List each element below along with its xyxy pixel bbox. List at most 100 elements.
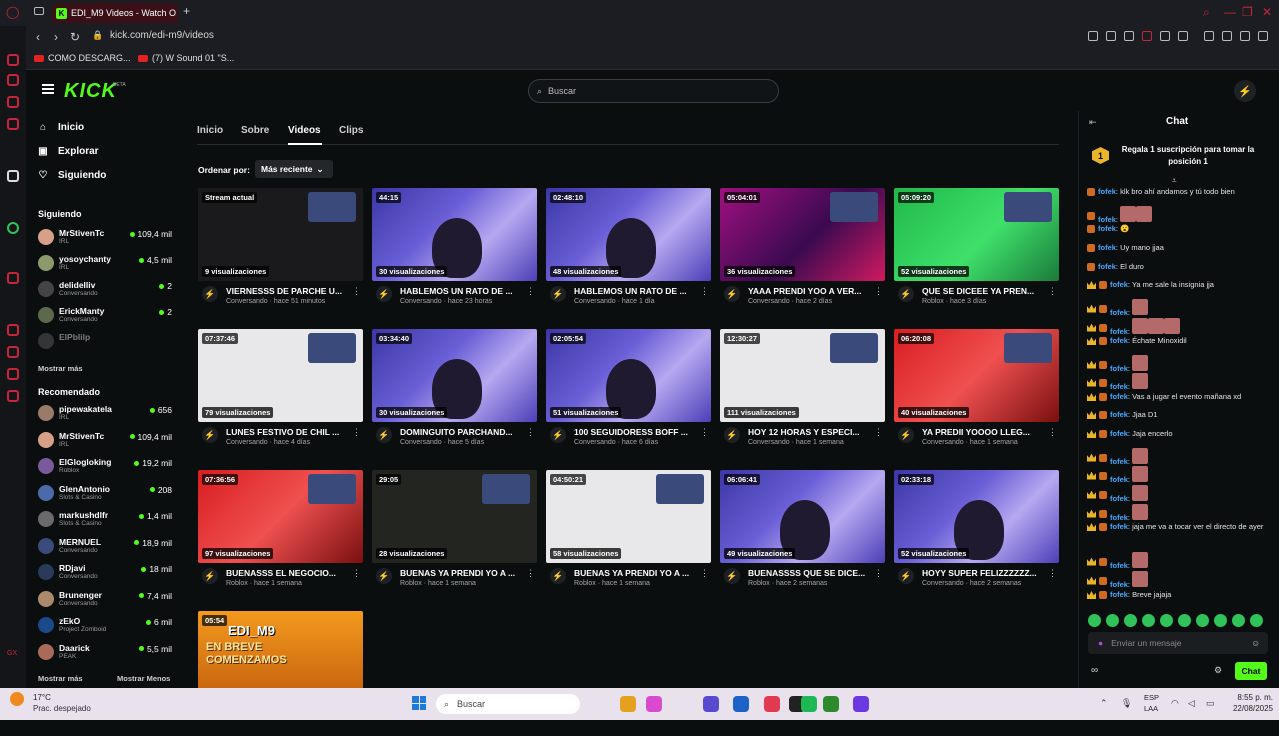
video-thumbnail[interactable]: 03:34:40 30 visualizaciones: [372, 329, 537, 422]
weather-icon[interactable]: [10, 692, 24, 706]
video-title[interactable]: BUENASSSS QUE SE DICE...: [748, 568, 872, 578]
video-card[interactable]: 02:48:10 48 visualizaciones ⚡ HABLEMOS UN R…: [546, 188, 711, 313]
chat-username[interactable]: fofek: [1110, 410, 1128, 419]
maximize-button[interactable]: ❐: [1242, 5, 1253, 19]
shield-icon[interactable]: [1142, 31, 1152, 41]
url-field[interactable]: kick.com/edi-m9/videos: [110, 30, 214, 41]
video-thumbnail[interactable]: 04:50:21 58 visualizaciones: [546, 470, 711, 563]
search-input[interactable]: ⌕ Buscar: [528, 79, 779, 103]
video-thumbnail[interactable]: 02:05:54 51 visualizaciones: [546, 329, 711, 422]
volume-icon[interactable]: ◁: [1188, 698, 1195, 709]
channel-avatar-icon[interactable]: ⚡: [202, 286, 218, 302]
sidebar-channel[interactable]: ErickManty Conversando 2: [38, 305, 172, 327]
clock-date[interactable]: 22/08/2025: [1228, 704, 1273, 713]
channel-avatar-icon[interactable]: ⚡: [898, 286, 914, 302]
menu-icon[interactable]: [1258, 31, 1268, 41]
video-thumbnail[interactable]: 05:04:01 36 visualizaciones: [720, 188, 885, 281]
video-title[interactable]: YAAA PRENDI YOO A VER...: [748, 286, 872, 296]
start-button-icon[interactable]: [412, 696, 426, 710]
video-thumbnail[interactable]: Stream actual 9 visualizaciones: [198, 188, 363, 281]
sidebar-app-icon[interactable]: [7, 118, 19, 130]
recommended-show-less[interactable]: Mostrar Menos: [117, 674, 170, 683]
video-thumbnail[interactable]: 44:15 30 visualizaciones: [372, 188, 537, 281]
video-thumbnail[interactable]: 12:30:27 111 visualizaciones: [720, 329, 885, 422]
video-card[interactable]: Stream actual 9 visualizaciones ⚡ VIERNESSS…: [198, 188, 363, 313]
more-options-icon[interactable]: ⋮: [526, 286, 535, 297]
more-options-icon[interactable]: ⋮: [874, 568, 883, 579]
tab-inicio[interactable]: Inicio: [197, 125, 223, 136]
chat-username[interactable]: fofek: [1110, 475, 1128, 484]
taskbar-app-icon[interactable]: [646, 696, 662, 712]
emoji-icon[interactable]: ☺: [1251, 638, 1260, 648]
sidebar-channel[interactable]: RDjavi Conversando 18 mil: [38, 562, 172, 584]
battery-icon[interactable]: ▭: [1206, 698, 1215, 709]
opera-logo-icon[interactable]: ◯: [6, 5, 19, 19]
channel-avatar-icon[interactable]: ⚡: [202, 568, 218, 584]
chat-username[interactable]: fofek: [1110, 364, 1128, 373]
sidebar-app-icon[interactable]: [7, 96, 19, 108]
extensions-icon[interactable]: [1204, 31, 1214, 41]
gift-sub-banner[interactable]: Regala 1 suscripción para tomar la posic…: [1118, 144, 1258, 168]
channel-avatar-icon[interactable]: ⚡: [550, 427, 566, 443]
chat-username[interactable]: fofek: [1110, 457, 1128, 466]
taskbar-app-icon[interactable]: [703, 696, 719, 712]
video-card[interactable]: 05:04:01 36 visualizaciones ⚡ YAAA PRENDI Y…: [720, 188, 885, 313]
video-card[interactable]: 07:36:56 97 visualizaciones ⚡ BUENASSS EL N…: [198, 470, 363, 595]
more-options-icon[interactable]: ⋮: [700, 568, 709, 579]
taskbar-app-icon[interactable]: [764, 696, 780, 712]
pin-icon[interactable]: [1106, 31, 1116, 41]
more-options-icon[interactable]: ⋮: [352, 568, 361, 579]
more-options-icon[interactable]: ⋮: [352, 427, 361, 438]
taskbar-app-icon[interactable]: [620, 696, 636, 712]
clock-time[interactable]: 8:55 p. m.: [1228, 693, 1273, 702]
video-title[interactable]: DOMINGUITO PARCHAND...: [400, 427, 524, 437]
sidebar-channel[interactable]: MrStivenTc IRL 109,4 mil: [38, 227, 172, 249]
more-options-icon[interactable]: ⋮: [1048, 427, 1057, 438]
back-icon[interactable]: ‹: [36, 30, 40, 44]
zoom-icon[interactable]: [1088, 31, 1098, 41]
video-title[interactable]: HOYY SUPER FELIZZZZZZ...: [922, 568, 1046, 578]
more-options-icon[interactable]: ⋮: [874, 286, 883, 297]
aria-icon[interactable]: [7, 54, 19, 66]
channel-avatar-icon[interactable]: ⚡: [376, 427, 392, 443]
video-title[interactable]: QUE SE DICEEE YA PREN...: [922, 286, 1046, 296]
tab-clips[interactable]: Clips: [339, 125, 363, 136]
sidebar-channel[interactable]: yosoychanty IRL 4,5 mil: [38, 253, 172, 275]
more-options-icon[interactable]: ⋮: [526, 568, 535, 579]
video-card[interactable]: 02:05:54 51 visualizaciones ⚡ 100 SEGUIDORE…: [546, 329, 711, 454]
history-icon[interactable]: [7, 346, 19, 358]
heart-icon[interactable]: [1178, 31, 1188, 41]
chat-send-button[interactable]: Chat: [1235, 662, 1267, 680]
chat-username[interactable]: fofek: [1098, 243, 1116, 252]
bookmark-1[interactable]: COMO DESCARG...: [34, 53, 131, 63]
sidebar-channel[interactable]: Brunenger Conversando 7,4 mil: [38, 589, 172, 611]
more-options-icon[interactable]: ⋮: [874, 427, 883, 438]
chat-username[interactable]: fofek: [1110, 336, 1128, 345]
video-card[interactable]: 06:06:41 49 visualizaciones ⚡ BUENASSSS QUE…: [720, 470, 885, 595]
taskbar-app-icon[interactable]: [733, 696, 749, 712]
channel-avatar-icon[interactable]: ⚡: [376, 286, 392, 302]
chat-username[interactable]: fofek: [1110, 522, 1128, 531]
search-tabs-icon[interactable]: ⌕: [1203, 5, 1210, 20]
chat-username[interactable]: fofek: [1110, 429, 1128, 438]
following-show-more[interactable]: Mostrar más: [38, 364, 83, 373]
video-title[interactable]: VIERNESSS DE PARCHE U...: [226, 286, 350, 296]
workspaces-icon[interactable]: [34, 7, 44, 15]
whatsapp-icon[interactable]: [7, 222, 19, 234]
sidebar-channel[interactable]: markushdlfr Slots & Casino 1,4 mil: [38, 509, 172, 531]
infinity-icon[interactable]: ∞: [1091, 665, 1098, 676]
tab-videos[interactable]: Videos: [288, 125, 321, 136]
mic-icon[interactable]: 🎙: [1121, 698, 1132, 709]
chat-settings-icon[interactable]: ⚙: [1214, 665, 1222, 676]
chat-username[interactable]: fofek: [1110, 561, 1128, 570]
mic-icon[interactable]: ●: [1098, 638, 1103, 648]
play-icon[interactable]: [1160, 31, 1170, 41]
video-title[interactable]: LUNES FESTIVO DE CHIL ...: [226, 427, 350, 437]
video-title[interactable]: BUENASSS EL NEGOCIO...: [226, 568, 350, 578]
taskbar-app-icon[interactable]: [853, 696, 869, 712]
tray-chevron-icon[interactable]: ⌃: [1100, 698, 1108, 709]
sidebar-app-icon[interactable]: [7, 324, 19, 336]
video-card[interactable]: 02:33:18 52 visualizaciones ⚡ HOYY SUPER FE…: [894, 470, 1059, 595]
video-thumbnail[interactable]: 07:37:46 79 visualizaciones: [198, 329, 363, 422]
chat-username[interactable]: fofek: [1110, 580, 1128, 589]
